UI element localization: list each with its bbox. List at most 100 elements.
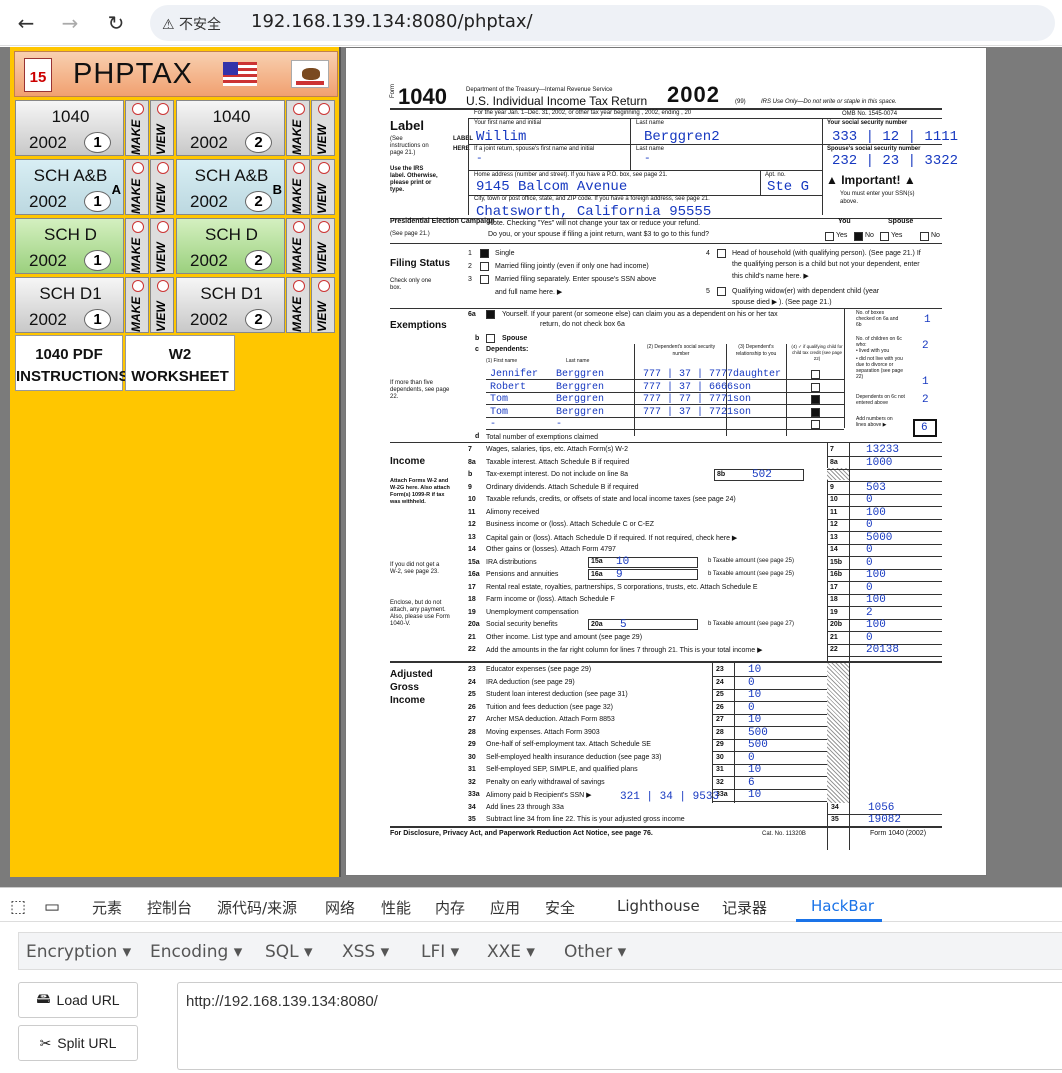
line34-value[interactable]: 1056 [868, 802, 894, 814]
hackbar-menu-1[interactable]: Encoding ▾ [150, 942, 242, 962]
make-button[interactable]: MAKE [125, 159, 149, 215]
view-button[interactable]: VIEW [311, 277, 335, 333]
devtools-tab-7[interactable]: 安全 [545, 897, 575, 918]
dependent-first-name[interactable]: Tom [490, 394, 508, 405]
income-value[interactable]: 503 [866, 482, 886, 494]
income-value[interactable]: 0 [866, 632, 873, 644]
form-button-1[interactable]: 1040 2002 1 [15, 100, 124, 156]
split-url-button[interactable]: ✂ Split URL [18, 1025, 138, 1061]
make-button[interactable]: MAKE [286, 159, 310, 215]
dependent-first-name[interactable]: - [490, 419, 496, 430]
income-value[interactable]: 2 [866, 607, 873, 619]
income-value[interactable]: 0 [866, 519, 873, 531]
address-value[interactable]: 9145 Balcom Avenue [476, 179, 627, 195]
dependent-relationship[interactable]: son [733, 394, 751, 405]
income-value[interactable]: 100 [866, 619, 886, 631]
dependent-child-credit-checkbox[interactable] [811, 420, 820, 429]
agi-total-value[interactable]: 19082 [868, 814, 901, 826]
make-button[interactable]: MAKE [125, 277, 149, 333]
agi-value[interactable]: 10 [748, 664, 761, 676]
make-button[interactable]: MAKE [125, 218, 149, 274]
form-value[interactable]: 1 [922, 376, 929, 388]
ssn-value[interactable]: 333 | 12 | 1111 [832, 129, 958, 145]
form-value[interactable]: 2 [922, 340, 929, 352]
spouse-ssn-value[interactable]: 232 | 23 | 3322 [832, 153, 958, 169]
income-value[interactable]: 20138 [866, 644, 899, 656]
devtools-tab-9[interactable]: 记录器 [722, 897, 767, 918]
last-name-value[interactable]: Berggren2 [644, 129, 720, 145]
agi-value[interactable]: 0 [748, 677, 755, 689]
form-value[interactable]: 2 [922, 394, 929, 406]
form-button-6[interactable]: SCH D 2002 2 [176, 218, 285, 274]
form-button-3[interactable]: SCH A&B 2002 1 A [15, 159, 124, 215]
agi-value[interactable]: 10 [748, 689, 761, 701]
view-button[interactable]: VIEW [150, 218, 174, 274]
income-value[interactable]: 0 [866, 582, 873, 594]
income-value[interactable]: 100 [866, 569, 886, 581]
make-button[interactable]: MAKE [125, 100, 149, 156]
form-button-8[interactable]: SCH D1 2002 2 [176, 277, 285, 333]
devtools-tab-8[interactable]: Lighthouse [617, 897, 700, 915]
hackbar-menu-4[interactable]: LFI ▾ [421, 942, 459, 962]
form-button-5[interactable]: SCH D 2002 1 [15, 218, 124, 274]
agi-value[interactable]: 500 [748, 739, 768, 751]
fs-joint-checkbox[interactable] [480, 262, 489, 271]
hackbar-menu-6[interactable]: Other ▾ [564, 942, 626, 962]
dependent-last-name[interactable]: - [556, 419, 562, 430]
view-button[interactable]: VIEW [311, 100, 335, 156]
dependent-first-name[interactable]: Tom [490, 407, 508, 418]
inspect-icon[interactable]: ⬚ [10, 897, 26, 917]
agi-value[interactable]: 10 [748, 714, 761, 726]
income-value[interactable]: 1000 [866, 457, 892, 469]
view-button[interactable]: VIEW [150, 277, 174, 333]
dependent-relationship[interactable]: daughter [733, 369, 781, 380]
form-value[interactable]: - [476, 153, 483, 165]
hackbar-menu-0[interactable]: Encryption ▾ [26, 942, 131, 962]
pdf-instructions-link[interactable]: 1040 PDF INSTRUCTIONS [15, 335, 129, 391]
device-toggle-icon[interactable]: ▭ [44, 897, 60, 917]
dependent-last-name[interactable]: Berggren [556, 382, 604, 393]
dependent-first-name[interactable]: Robert [490, 382, 526, 393]
view-button[interactable]: VIEW [150, 100, 174, 156]
make-button[interactable]: MAKE [286, 218, 310, 274]
form-value[interactable]: 10 [616, 556, 629, 568]
hackbar-menu-2[interactable]: SQL ▾ [265, 942, 313, 962]
income-value[interactable]: 100 [866, 507, 886, 519]
form-value[interactable]: 5 [620, 619, 627, 631]
agi-value[interactable]: 0 [748, 702, 755, 714]
apt-value[interactable]: Ste G [767, 179, 809, 195]
security-indicator[interactable]: ⚠ 不安全 [162, 14, 221, 34]
dependent-child-credit-checkbox[interactable] [811, 395, 820, 404]
view-button[interactable]: VIEW [311, 159, 335, 215]
income-value[interactable]: 13233 [866, 444, 899, 456]
recipient-ssn-value[interactable]: 321 | 34 | 9533 [620, 791, 719, 803]
devtools-tab-4[interactable]: 性能 [381, 897, 411, 918]
pres-you-yes[interactable] [825, 232, 834, 241]
agi-value[interactable]: 10 [748, 764, 761, 776]
devtools-tab-3[interactable]: 网络 [325, 897, 355, 918]
view-button[interactable]: VIEW [311, 218, 335, 274]
devtools-tab-10[interactable]: HackBar [811, 897, 874, 915]
form-value[interactable]: - [644, 153, 651, 165]
devtools-tab-1[interactable]: 控制台 [147, 897, 192, 918]
make-button[interactable]: MAKE [286, 100, 310, 156]
pres-sp-no[interactable] [920, 232, 929, 241]
fs-hoh-checkbox[interactable] [717, 249, 726, 258]
dependent-child-credit-checkbox[interactable] [811, 407, 820, 417]
form-value[interactable]: 1 [924, 314, 931, 326]
dependent-ssn[interactable]: 777 | 37 | 7721 [643, 407, 733, 418]
w2-worksheet-link[interactable]: W2 WORKSHEET [125, 335, 235, 391]
forward-icon[interactable]: → [56, 9, 84, 37]
view-button[interactable]: VIEW [150, 159, 174, 215]
pres-sp-yes[interactable] [880, 232, 889, 241]
form-value[interactable]: 6 [921, 422, 928, 434]
income-value[interactable]: 5000 [866, 532, 892, 544]
dependent-first-name[interactable]: Jennifer [490, 369, 538, 380]
agi-value[interactable]: 10 [748, 789, 761, 801]
dependent-child-credit-checkbox[interactable] [811, 370, 820, 379]
agi-value[interactable]: 500 [748, 727, 768, 739]
form-button-2[interactable]: 1040 2002 2 [176, 100, 285, 156]
devtools-tab-0[interactable]: 元素 [92, 897, 122, 918]
dependent-child-credit-checkbox[interactable] [811, 382, 820, 392]
ex-6a-checkbox[interactable] [486, 310, 495, 319]
